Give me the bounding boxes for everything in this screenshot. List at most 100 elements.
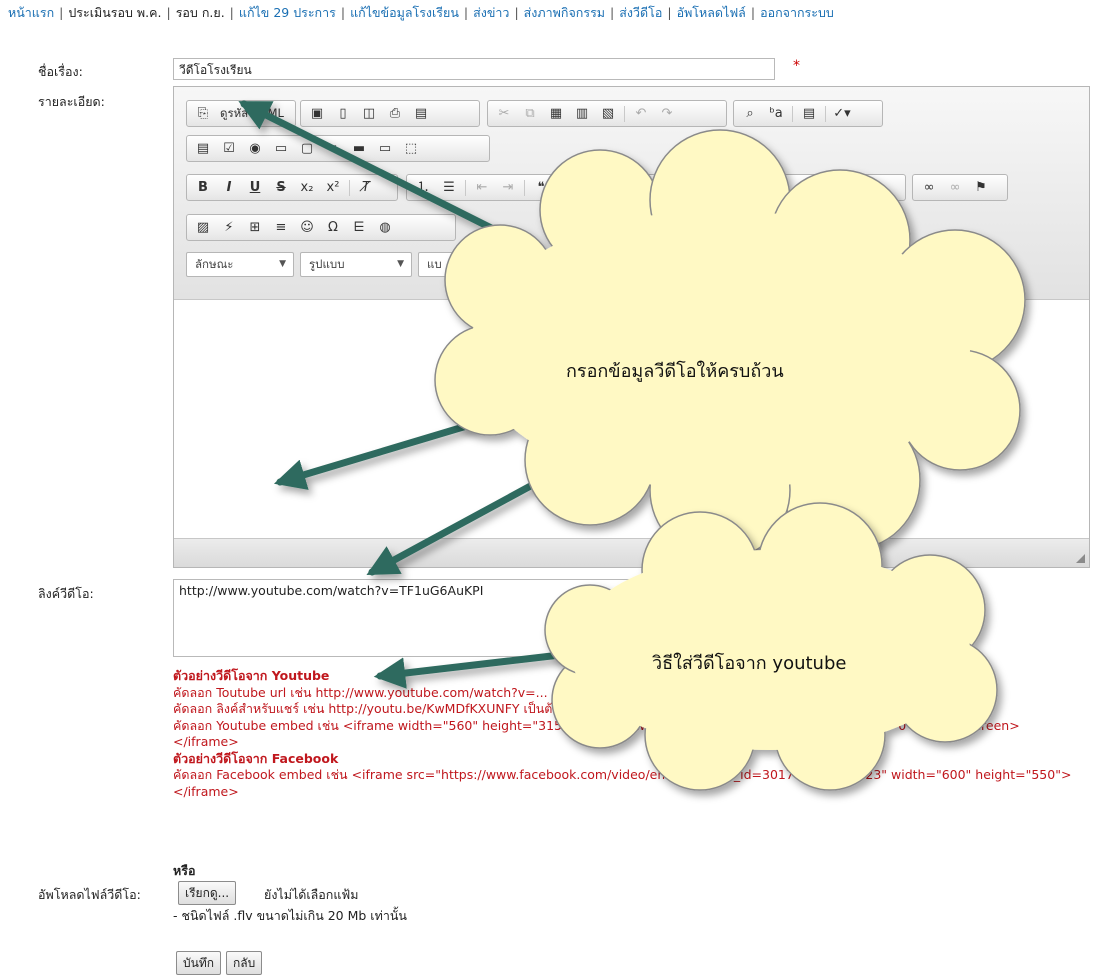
- italic-icon[interactable]: I: [216, 175, 242, 200]
- browse-button[interactable]: เรียกดู...: [178, 881, 237, 905]
- table-icon[interactable]: ⊞: [242, 215, 268, 240]
- paragraph-group: ⒈ ☰ ⇤ ⇥ ❝ ▦ ≡ ≡ ≡ ≣ ¶ ¶‹ 話▾: [406, 174, 906, 201]
- link-icon[interactable]: ∞: [916, 175, 942, 200]
- facebook-heading: ตัวอย่างวีดีโอจาก Facebook: [173, 750, 339, 766]
- title-label: ชื่อเรื่อง:: [38, 64, 83, 79]
- radio-icon[interactable]: ◉: [242, 136, 268, 161]
- align-center-icon[interactable]: ≡: [613, 175, 639, 200]
- nav-edit-29-link[interactable]: แก้ไข 29 ประการ: [239, 5, 336, 20]
- required-mark: *: [793, 58, 800, 74]
- outdent-icon[interactable]: ⇤: [469, 175, 495, 200]
- copy-icon[interactable]: ⧉: [517, 101, 543, 126]
- anchor-icon[interactable]: ⚑: [968, 175, 994, 200]
- new-page-icon[interactable]: ▯: [330, 101, 356, 126]
- numbered-list-icon[interactable]: ⒈: [410, 175, 436, 200]
- upload-label: อัพโหลดไฟล์วีดีโอ:: [38, 887, 141, 902]
- resize-handle-icon[interactable]: [1076, 554, 1085, 563]
- remove-format-icon[interactable]: T̸: [353, 175, 379, 200]
- toolbar-separator: [694, 179, 695, 196]
- undo-icon[interactable]: ↶: [628, 101, 654, 126]
- nav-home-link[interactable]: หน้าแรก: [8, 5, 54, 20]
- bulleted-list-icon[interactable]: ☰: [436, 175, 462, 200]
- replace-icon[interactable]: ᵇa: [763, 101, 789, 126]
- iframe-icon[interactable]: ◍: [372, 215, 398, 240]
- div-icon[interactable]: ▦: [554, 175, 580, 200]
- paste-text-icon[interactable]: ▥: [569, 101, 595, 126]
- nav-separator: |: [750, 5, 756, 20]
- align-left-icon[interactable]: ≡: [587, 175, 613, 200]
- justify-icon[interactable]: ≣: [665, 175, 691, 200]
- video-link-textarea[interactable]: http://www.youtube.com/watch?v=TF1uG6AuK…: [173, 579, 698, 657]
- unlink-icon[interactable]: ∞: [942, 175, 968, 200]
- nav-send-video-link[interactable]: ส่งวีดีโอ: [619, 5, 662, 20]
- editor-status-bar: [174, 538, 1089, 567]
- preview-icon[interactable]: ◫: [356, 101, 382, 126]
- checkbox-icon[interactable]: ☑: [216, 136, 242, 161]
- nav-separator: |: [610, 5, 615, 20]
- styles-combo[interactable]: ลักษณะ ▼: [186, 252, 294, 277]
- nav-evaluate-may-link[interactable]: ประเมินรอบ พ.ค.: [68, 5, 161, 20]
- source-group: ⎘ ดูรหัส HTML: [186, 100, 296, 127]
- nav-send-news-link[interactable]: ส่งข่าว: [473, 5, 509, 20]
- image-button-icon[interactable]: ▭: [372, 136, 398, 161]
- special-char-icon[interactable]: Ω: [320, 215, 346, 240]
- blockquote-icon[interactable]: ❝: [528, 175, 554, 200]
- hidden-field-icon[interactable]: ⬚: [398, 136, 424, 161]
- youtube-line-2: คัดลอก ลิงค์สำหรับแชร์ เช่น http://youtu…: [173, 701, 561, 716]
- strike-icon[interactable]: S: [268, 175, 294, 200]
- nav-round-sep-link[interactable]: รอบ ก.ย.: [176, 5, 225, 20]
- nav-logout-link[interactable]: ออกจากระบบ: [760, 5, 834, 20]
- nav-upload-file-link[interactable]: อัพโหลดไฟล์: [677, 5, 746, 20]
- form-icon[interactable]: ▤: [190, 136, 216, 161]
- save-icon[interactable]: ▣: [304, 101, 330, 126]
- indent-icon[interactable]: ⇥: [495, 175, 521, 200]
- select-all-icon[interactable]: ▤: [796, 101, 822, 126]
- smiley-icon[interactable]: ☺: [294, 215, 320, 240]
- subscript-icon[interactable]: x₂: [294, 175, 320, 200]
- toolbar-separator: [349, 179, 350, 196]
- select-icon[interactable]: ▾: [320, 136, 346, 161]
- spellcheck-icon[interactable]: ✓▾: [829, 101, 855, 126]
- ltr-icon[interactable]: ¶: [698, 175, 724, 200]
- horizontal-rule-icon[interactable]: ≡: [268, 215, 294, 240]
- video-link-label: ลิงค์วีดีโอ:: [38, 586, 94, 601]
- cut-icon[interactable]: ✂: [491, 101, 517, 126]
- format-combo-label: รูปแบบ: [309, 257, 345, 271]
- font-combo[interactable]: แบ: [418, 252, 528, 277]
- format-combo[interactable]: รูปแบบ ▼: [300, 252, 412, 277]
- nav-edit-school-link[interactable]: แก้ไขข้อมูลโรงเรียน: [350, 5, 459, 20]
- paste-word-icon[interactable]: ▧: [595, 101, 621, 126]
- find-icon[interactable]: ⌕: [737, 101, 763, 126]
- save-button[interactable]: บันทึก: [176, 951, 221, 975]
- print-icon[interactable]: ⎙: [382, 101, 408, 126]
- rtl-icon[interactable]: ¶‹: [724, 175, 750, 200]
- language-icon[interactable]: 話▾: [750, 175, 776, 200]
- source-icon[interactable]: ⎘: [190, 101, 216, 126]
- redo-icon[interactable]: ↷: [654, 101, 680, 126]
- nav-separator: |: [667, 5, 672, 20]
- paste-icon[interactable]: ▦: [543, 101, 569, 126]
- nav-send-photos-link[interactable]: ส่งภาพกิจกรรม: [524, 5, 605, 20]
- align-right-icon[interactable]: ≡: [639, 175, 665, 200]
- nav-separator: |: [166, 5, 171, 20]
- textarea-icon[interactable]: ▢: [294, 136, 320, 161]
- button-icon[interactable]: ▬: [346, 136, 372, 161]
- templates-icon[interactable]: ▤: [408, 101, 434, 126]
- image-icon[interactable]: ▨: [190, 215, 216, 240]
- nav-separator: |: [463, 5, 469, 20]
- underline-icon[interactable]: U: [242, 175, 268, 200]
- title-input[interactable]: วีดีโอโรงเรียน: [173, 58, 775, 80]
- help-text: ตัวอย่างวีดีโอจาก Youtube คัดลอก Toutube…: [173, 668, 1093, 800]
- back-button[interactable]: กลับ: [226, 951, 263, 975]
- font-combo-label: แบ: [427, 257, 442, 271]
- document-group: ▣ ▯ ◫ ⎙ ▤: [300, 100, 480, 127]
- page-break-icon[interactable]: ⋿: [346, 215, 372, 240]
- textfield-icon[interactable]: ▭: [268, 136, 294, 161]
- find-group: ⌕ ᵇa ▤ ✓▾: [733, 100, 883, 127]
- superscript-icon[interactable]: x²: [320, 175, 346, 200]
- source-button[interactable]: ดูรหัส HTML: [216, 101, 288, 126]
- flash-icon[interactable]: ⚡: [216, 215, 242, 240]
- clipboard-group: ✂ ⧉ ▦ ▥ ▧ ↶ ↷: [487, 100, 727, 127]
- nav-separator: |: [340, 5, 346, 20]
- bold-icon[interactable]: B: [190, 175, 216, 200]
